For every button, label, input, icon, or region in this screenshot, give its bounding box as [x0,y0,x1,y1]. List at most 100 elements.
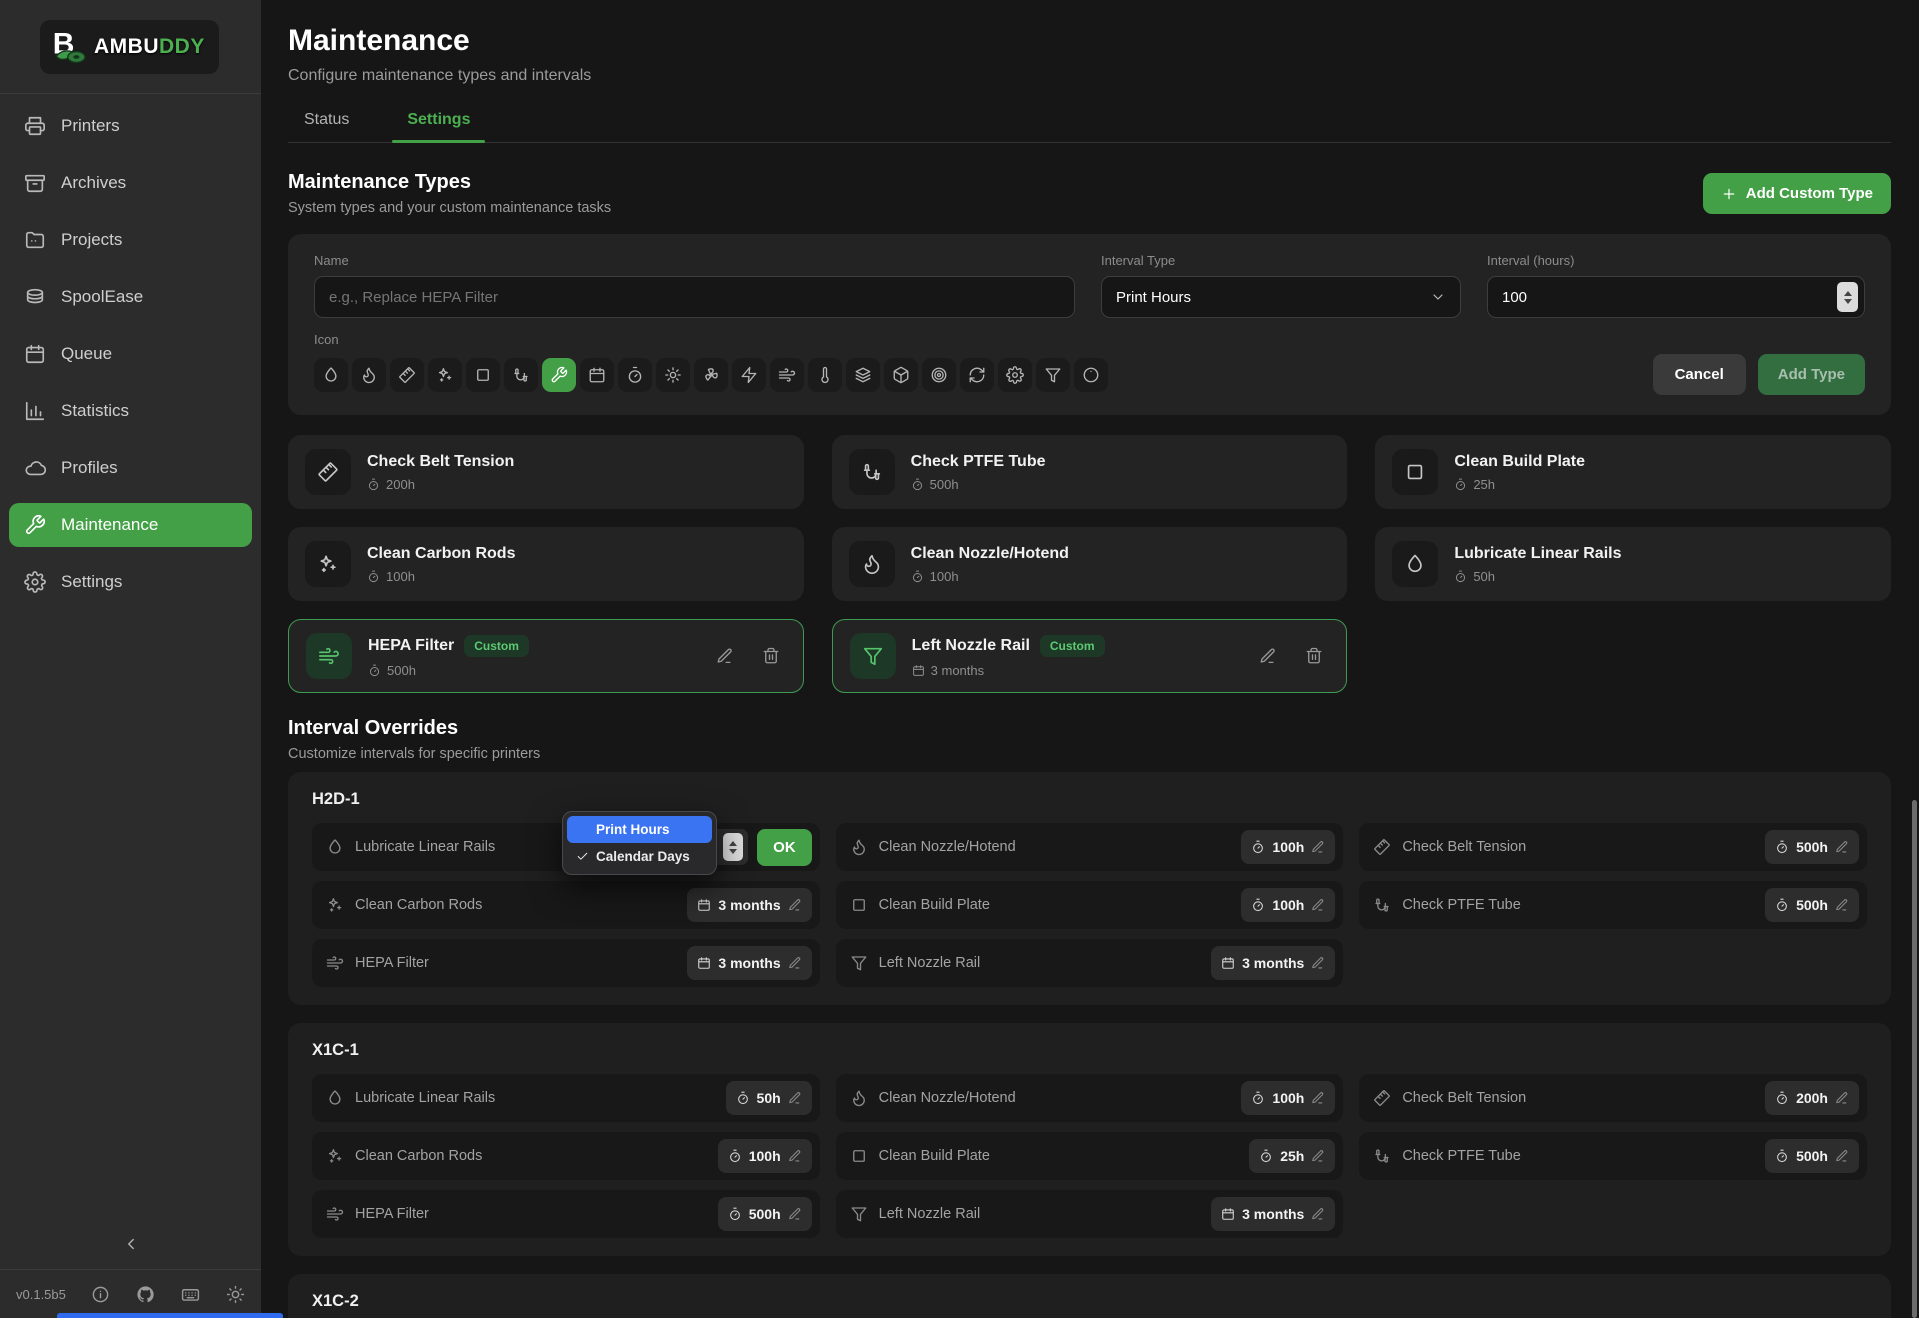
sidebar-item-printers[interactable]: Printers [9,104,252,148]
cable-icon [512,366,530,384]
number-stepper[interactable] [723,833,743,861]
tab-settings[interactable]: Settings [407,111,470,142]
interval-badge[interactable]: 100h [718,1139,812,1173]
printer-name: H2D-1 [312,790,1867,809]
delete-type-button[interactable] [1305,647,1323,665]
type-card-title: Clean Carbon Rods [367,545,515,563]
footer-github-button[interactable] [136,1285,155,1304]
sun-icon [226,1285,245,1304]
icon-option-wind[interactable] [770,358,804,392]
sidebar-item-archives[interactable]: Archives [9,161,252,205]
override-row-label: Clean Build Plate [879,1148,990,1164]
interval-badge[interactable]: 100h [1241,830,1335,864]
type-card-title: Clean Build Plate [1454,453,1585,471]
printer-icon [24,115,46,137]
square-icon [850,1147,868,1165]
interval-badge[interactable]: 500h [1765,830,1859,864]
icon-option-sparkles[interactable] [428,358,462,392]
icon-option-zap[interactable] [732,358,766,392]
override-row-hepa-filter: HEPA Filter3 months [312,939,820,987]
icon-option-fan[interactable] [694,358,728,392]
icon-option-cable[interactable] [504,358,538,392]
edit-type-button[interactable] [716,647,734,665]
type-icon-tile [850,633,896,679]
type-card-check-ptfe-tube[interactable]: Check PTFE Tube500h [832,435,1348,509]
sidebar-spacer [0,617,261,1235]
timer-icon [911,570,924,583]
icon-option-target[interactable] [922,358,956,392]
sidebar-item-maintenance[interactable]: Maintenance [9,503,252,547]
type-card-clean-build-plate[interactable]: Clean Build Plate25h [1375,435,1891,509]
timer-icon [367,478,380,491]
scrollbar-thumb[interactable] [1912,800,1917,1318]
add-type-submit-button[interactable]: Add Type [1758,354,1865,395]
icon-option-funnel[interactable] [1036,358,1070,392]
interval-badge[interactable]: 500h [718,1197,812,1231]
interval-badge[interactable]: 50h [726,1081,812,1115]
printer-override-panels: H2D-1Lubricate Linear Rails90OKPrint Hou… [288,772,1891,1318]
interval-badge[interactable]: 100h [1241,1081,1335,1115]
sidebar-collapse-button[interactable] [122,1235,140,1253]
icon-option-thermometer[interactable] [808,358,842,392]
interval-type-select[interactable]: Print Hours [1101,276,1461,318]
icon-option-cog[interactable] [656,358,690,392]
wind-icon [318,645,340,667]
app-logo[interactable]: B AMBUDDY [40,20,219,74]
icon-option-droplet[interactable] [314,358,348,392]
cable-icon [1373,1147,1391,1165]
interval-badge[interactable]: 200h [1765,1081,1859,1115]
interval-hours-input[interactable]: 100 [1487,276,1865,318]
delete-type-button[interactable] [762,647,780,665]
calendar-icon [588,366,606,384]
icon-option-circle-dot[interactable] [1074,358,1108,392]
icon-option-calendar[interactable] [580,358,614,392]
type-card-left-nozzle-rail[interactable]: Left Nozzle RailCustom3 months [832,619,1348,693]
interval-badge[interactable]: 25h [1249,1139,1335,1173]
cancel-button[interactable]: Cancel [1653,354,1746,395]
calendar-icon [1221,956,1235,970]
interval-badge[interactable]: 500h [1765,888,1859,922]
sidebar-item-settings[interactable]: Settings [9,560,252,604]
icon-option-square[interactable] [466,358,500,392]
ok-button[interactable]: OK [757,829,812,866]
tab-status[interactable]: Status [304,111,349,142]
interval-badge[interactable]: 3 months [687,946,811,980]
override-row-lubricate-linear-rails: Lubricate Linear Rails50h [312,1074,820,1122]
icon-option-timer[interactable] [618,358,652,392]
menu-item-calendar-days[interactable]: Calendar Days [567,843,712,870]
sidebar-item-projects[interactable]: Projects [9,218,252,262]
interval-badge[interactable]: 500h [1765,1139,1859,1173]
type-card-check-belt-tension[interactable]: Check Belt Tension200h [288,435,804,509]
edit-type-button[interactable] [1259,647,1277,665]
sidebar-item-statistics[interactable]: Statistics [9,389,252,433]
add-custom-type-label: Add Custom Type [1746,185,1873,202]
icon-option-gear[interactable] [998,358,1032,392]
icon-option-layers[interactable] [846,358,880,392]
interval-badge[interactable]: 100h [1241,888,1335,922]
footer-keyboard-button[interactable] [181,1285,200,1304]
sidebar-item-queue[interactable]: Queue [9,332,252,376]
number-stepper[interactable] [1837,282,1858,312]
footer-sun-button[interactable] [226,1285,245,1304]
icon-option-ruler[interactable] [390,358,424,392]
icon-option-wrench[interactable] [542,358,576,392]
interval-badge[interactable]: 3 months [1211,1197,1335,1231]
sidebar-item-spoolease[interactable]: SpoolEase [9,275,252,319]
type-card-hepa-filter[interactable]: HEPA FilterCustom500h [288,619,804,693]
menu-item-print-hours[interactable]: Print Hours [567,816,712,843]
type-card-clean-carbon-rods[interactable]: Clean Carbon Rods100h [288,527,804,601]
interval-badge[interactable]: 3 months [1211,946,1335,980]
droplet-icon [326,838,344,856]
icon-option-refresh[interactable] [960,358,994,392]
icon-option-box[interactable] [884,358,918,392]
interval-badge[interactable]: 3 months [687,888,811,922]
type-card-lubricate-linear-rails[interactable]: Lubricate Linear Rails50h [1375,527,1891,601]
icon-option-flame[interactable] [352,358,386,392]
type-card-clean-nozzle-hotend[interactable]: Clean Nozzle/Hotend100h [832,527,1348,601]
sidebar-item-profiles[interactable]: Profiles [9,446,252,490]
footer-info-button[interactable] [91,1285,110,1304]
name-input[interactable] [314,276,1075,318]
card-actions [1259,647,1329,665]
add-custom-type-button[interactable]: Add Custom Type [1703,173,1891,214]
ruler-icon [1373,838,1391,856]
